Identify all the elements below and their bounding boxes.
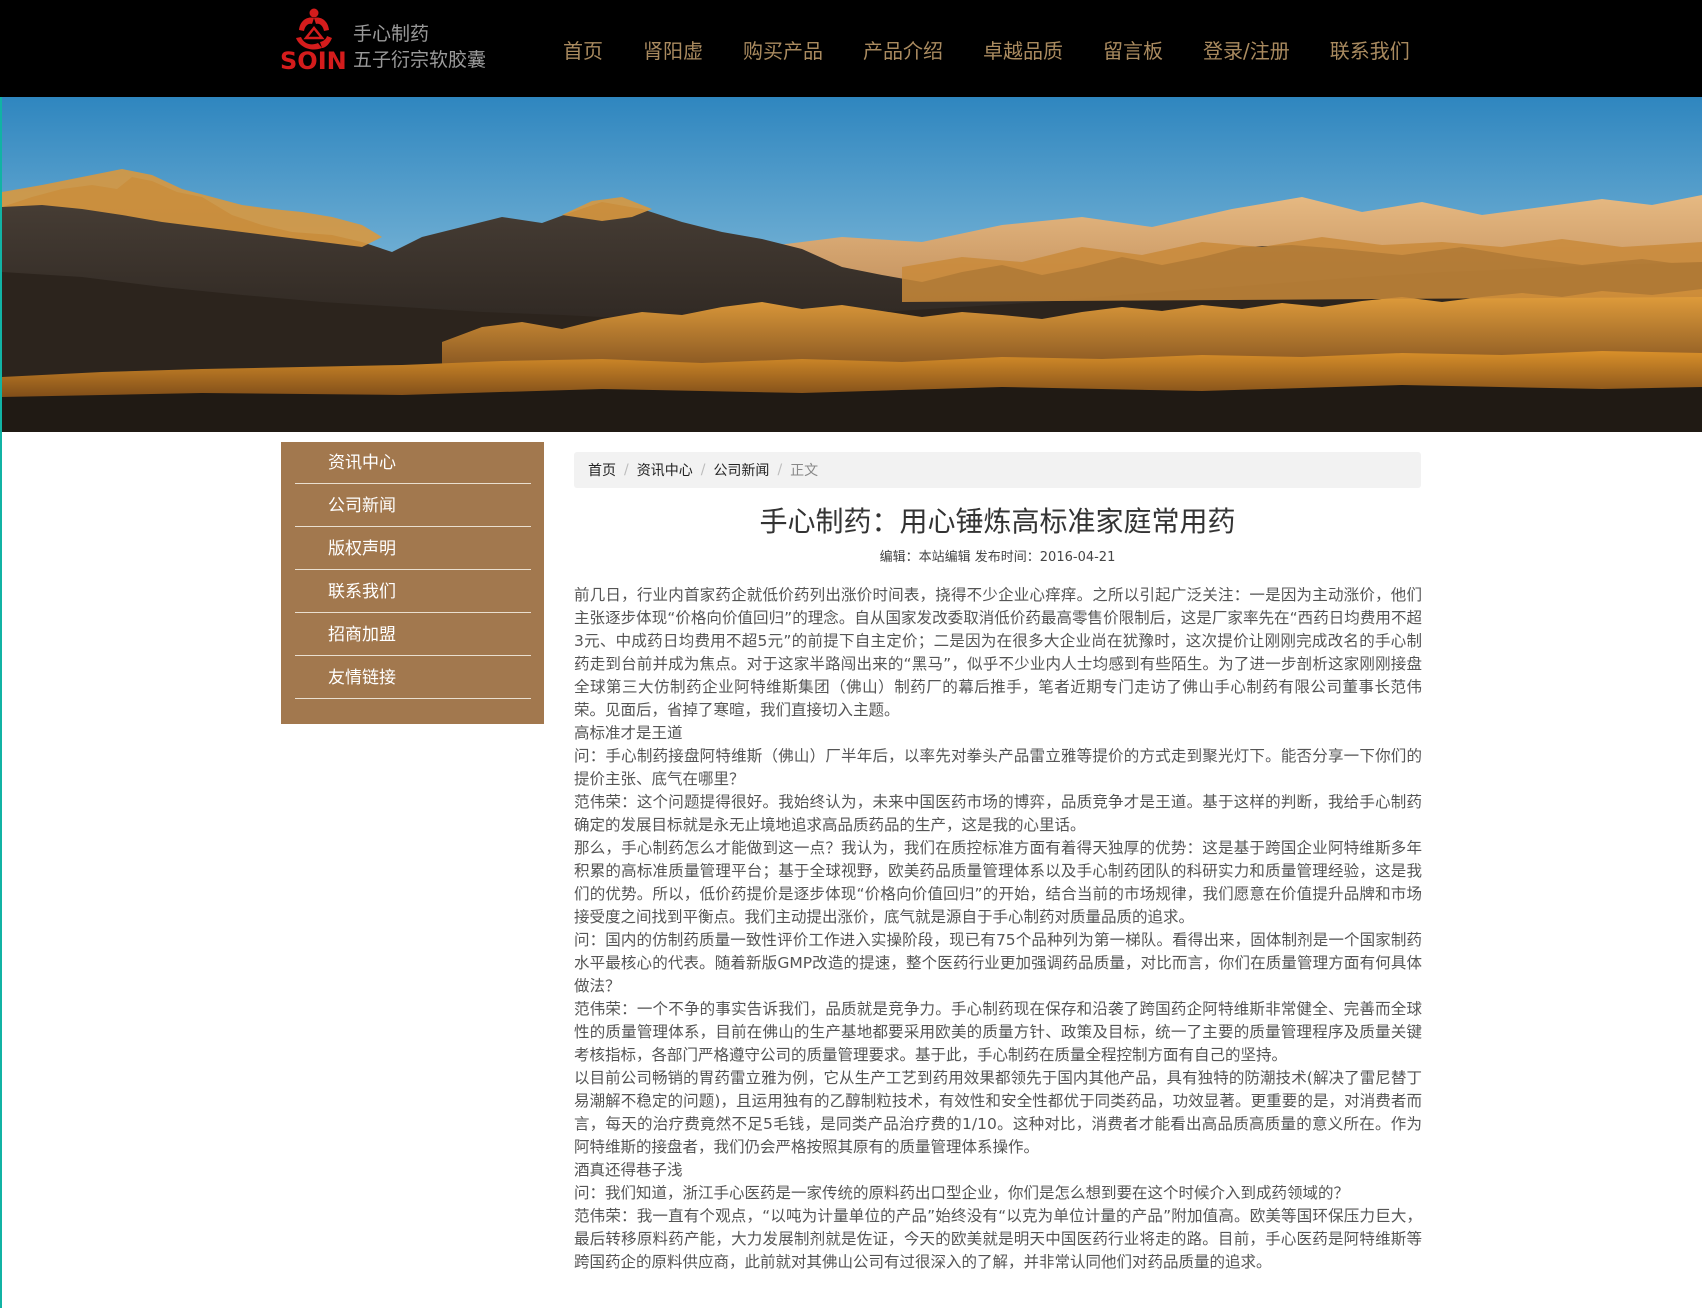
sidebar-item-label: 公司新闻 — [328, 496, 396, 516]
hero-banner-mountains — [2, 97, 1702, 432]
breadcrumb-current: 正文 — [790, 463, 819, 479]
breadcrumb-separator: / — [777, 462, 783, 478]
nav-item-contact[interactable]: 联系我们 — [1330, 34, 1410, 68]
article-paragraph: 前几日，行业内首家药企就低价药列出涨价时间表，挠得不少企业心痒痒。之所以引起广泛… — [574, 586, 1422, 719]
nav-item-quality[interactable]: 卓越品质 — [983, 34, 1063, 68]
nav-item-kidney-yang[interactable]: 肾阳虚 — [643, 34, 703, 68]
sidebar-item-copyright[interactable]: 版权声明 — [295, 528, 531, 570]
article-paragraph: 问：国内的仿制药质量一致性评价工作进入实操阶段，现已有75个品种列为第一梯队。看… — [574, 931, 1422, 995]
article-paragraph: 范伟荣：我一直有个观点，“以吨为计量单位的产品”始终没有“以克为单位计量的产品”… — [574, 1207, 1422, 1271]
article-subheading: 高标准才是王道 — [574, 724, 683, 742]
sidebar-item-news-center[interactable]: 资讯中心 — [295, 442, 531, 484]
breadcrumb-separator: / — [700, 462, 706, 478]
site-logo[interactable]: SOIN 手心制药 五子衍宗软胶囊 — [280, 8, 500, 78]
logo-company-name: 手心制药 — [353, 23, 430, 45]
sidebar-item-label: 招商加盟 — [328, 625, 396, 645]
article-paragraph: 那么，手心制药怎么才能做到这一点？我认为，我们在质控标准方面有着得天独厚的优势：… — [574, 839, 1422, 926]
article-title: 手心制药：用心锤炼高标准家庭常用药 — [759, 505, 1236, 538]
sidebar-nav: 资讯中心 公司新闻 版权声明 联系我们 招商加盟 友情链接 — [281, 442, 544, 724]
nav-item-home[interactable]: 首页 — [563, 34, 603, 68]
nav-item-message-board[interactable]: 留言板 — [1103, 34, 1163, 68]
site-header: SOIN 手心制药 五子衍宗软胶囊 首页 肾阳虚 购买产品 产品介绍 卓越品质 … — [0, 0, 1702, 97]
article-paragraph: 范伟荣：一个不争的事实告诉我们，品质就是竞争力。手心制药现在保存和沿袭了跨国药企… — [574, 1000, 1422, 1064]
breadcrumb-link-news-center[interactable]: 资讯中心 — [637, 460, 693, 480]
logo-wordmark: SOIN — [280, 47, 347, 75]
article-paragraph: 问：手心制药接盘阿特维斯（佛山）厂半年后，以率先对拳头产品雷立雅等提价的方式走到… — [574, 747, 1422, 788]
nav-item-product-intro[interactable]: 产品介绍 — [863, 34, 943, 68]
sidebar-item-friend-links[interactable]: 友情链接 — [295, 657, 531, 699]
breadcrumb-separator: / — [624, 462, 629, 478]
article-meta: 编辑：本站编辑 发布时间：2016-04-21 — [879, 550, 1116, 565]
logo-product-name: 五子衍宗软胶囊 — [353, 49, 487, 71]
article-paragraph: 问：我们知道，浙江手心医药是一家传统的原料药出口型企业，你们是怎么想到要在这个时… — [574, 1184, 1350, 1202]
nav-item-buy[interactable]: 购买产品 — [743, 34, 823, 68]
article-subheading: 酒真还得巷子浅 — [574, 1161, 683, 1179]
nav-item-login[interactable]: 登录/注册 — [1203, 34, 1290, 68]
sidebar-item-label: 资讯中心 — [328, 453, 396, 473]
sidebar-item-company-news[interactable]: 公司新闻 — [295, 485, 531, 527]
sidebar-item-contact[interactable]: 联系我们 — [295, 571, 531, 613]
sidebar-item-label: 版权声明 — [328, 539, 396, 559]
main-nav: 首页 肾阳虚 购买产品 产品介绍 卓越品质 留言板 登录/注册 联系我们 — [543, 33, 1430, 69]
article-paragraph: 以目前公司畅销的胃药雷立雅为例，它从生产工艺到药用效果都领先于国内其他产品，具有… — [574, 1069, 1422, 1156]
sidebar-item-franchise[interactable]: 招商加盟 — [295, 614, 531, 656]
sidebar-item-label: 友情链接 — [328, 668, 396, 688]
sidebar-item-label: 联系我们 — [328, 582, 396, 602]
breadcrumb-link-home[interactable]: 首页 — [588, 460, 616, 480]
article-paragraph: 范伟荣：这个问题提得很好。我始终认为，未来中国医药市场的博弈，品质竞争才是王道。… — [574, 793, 1422, 834]
breadcrumb-link-company-news[interactable]: 公司新闻 — [713, 460, 769, 480]
breadcrumb: 首页 / 资讯中心 / 公司新闻 / 正文 — [574, 452, 1421, 488]
article-body: 前几日，行业内首家药企就低价药列出涨价时间表，挠得不少企业心痒痒。之所以引起广泛… — [574, 584, 1422, 1274]
